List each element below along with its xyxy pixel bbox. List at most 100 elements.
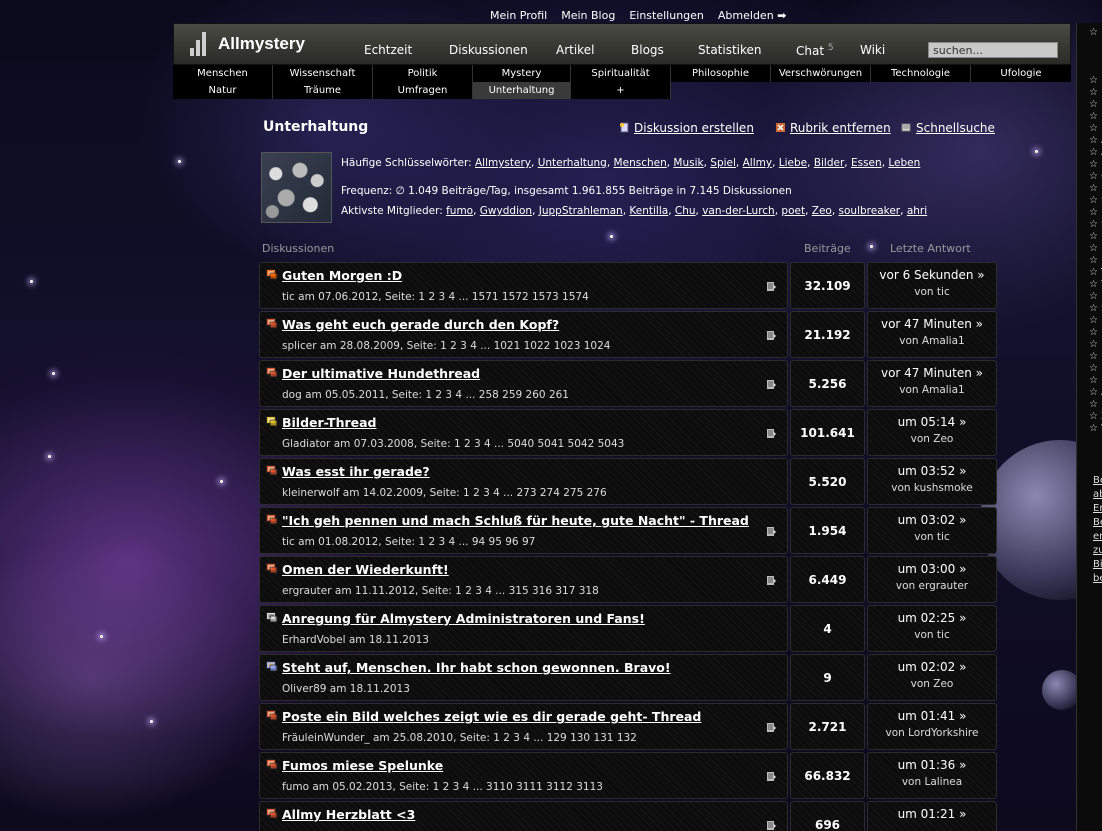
sidebar-user-line[interactable]: ☆ Y bbox=[1077, 279, 1102, 291]
last-reply-link[interactable]: um 03:00 » bbox=[868, 562, 996, 576]
thread-title-link[interactable]: Guten Morgen :D bbox=[282, 268, 402, 283]
category-philosophie[interactable]: Philosophie bbox=[671, 65, 771, 82]
sidebar-user-line[interactable]: ☆ B bbox=[1077, 75, 1102, 87]
keyword-link[interactable]: Unterhaltung bbox=[538, 157, 607, 169]
last-reply-link[interactable]: um 05:14 » bbox=[868, 415, 996, 429]
sidebar-user-line[interactable]: ☆ A bbox=[1077, 135, 1102, 147]
keyword-link[interactable]: Allmystery bbox=[475, 157, 531, 169]
sidebar-user-line[interactable]: ☆ E bbox=[1077, 351, 1102, 363]
last-page-icon[interactable] bbox=[766, 820, 777, 831]
last-page-icon[interactable] bbox=[766, 428, 777, 439]
category-mystery[interactable]: Mystery bbox=[473, 65, 571, 82]
last-page-icon[interactable] bbox=[766, 330, 777, 341]
sidebar-user-line[interactable]: ☆ S bbox=[1077, 219, 1102, 231]
thread-title-link[interactable]: Was geht euch gerade durch den Kopf? bbox=[282, 317, 559, 332]
sidebar-user-line[interactable]: ☆ A bbox=[1077, 147, 1102, 159]
last-page-icon[interactable] bbox=[766, 722, 777, 733]
last-page-icon[interactable] bbox=[766, 379, 777, 390]
member-link[interactable]: van-der-Lurch bbox=[702, 205, 775, 217]
sidebar-user-line[interactable]: ☆ P bbox=[1077, 243, 1102, 255]
thread-title-link[interactable]: Bilder-Thread bbox=[282, 415, 377, 430]
nav-echtzeit[interactable]: Echtzeit bbox=[364, 43, 412, 57]
my-profile-link[interactable]: Mein Profil bbox=[490, 9, 547, 22]
sidebar-text[interactable]: er bbox=[1077, 531, 1102, 543]
member-link[interactable]: ahri bbox=[907, 205, 927, 217]
keyword-link[interactable]: Liebe bbox=[779, 157, 807, 169]
last-reply-user[interactable]: von Zeo bbox=[868, 433, 996, 445]
last-reply-user[interactable]: von tic bbox=[868, 286, 996, 298]
sidebar-user-line[interactable]: ☆ F bbox=[1077, 291, 1102, 303]
keyword-link[interactable]: Menschen bbox=[614, 157, 667, 169]
keyword-link[interactable]: Musik bbox=[673, 157, 703, 169]
nav-diskussionen[interactable]: Diskussionen bbox=[449, 43, 528, 57]
keyword-link[interactable]: Leben bbox=[888, 157, 920, 169]
sidebar-user-line[interactable]: ☆ N bbox=[1077, 363, 1102, 375]
category-technologie[interactable]: Technologie bbox=[871, 65, 971, 82]
last-page-icon[interactable] bbox=[766, 281, 777, 292]
category-spiritualitaet[interactable]: Spiritualität bbox=[571, 65, 671, 82]
last-reply-link[interactable]: um 03:02 » bbox=[868, 513, 996, 527]
nav-statistiken[interactable]: Statistiken bbox=[698, 43, 762, 57]
sidebar-user-line[interactable]: ☆ I bbox=[1077, 231, 1102, 243]
thread-title-link[interactable]: "Ich geh pennen und mach Schluß für heut… bbox=[282, 513, 749, 528]
create-discussion-link[interactable]: Diskussion erstellen bbox=[619, 121, 754, 135]
last-reply-link[interactable]: um 01:41 » bbox=[868, 709, 996, 723]
member-link[interactable]: Kentilla bbox=[629, 205, 668, 217]
keyword-link[interactable]: Bilder bbox=[814, 157, 844, 169]
category-menschen[interactable]: Menschen bbox=[173, 65, 273, 82]
last-reply-user[interactable]: von Amalia1 bbox=[868, 335, 996, 347]
sidebar-text[interactable]: Bi bbox=[1077, 559, 1102, 571]
thread-title-link[interactable]: Fumos miese Spelunke bbox=[282, 758, 443, 773]
sidebar-user-line[interactable]: ☆ S bbox=[1077, 303, 1102, 315]
last-reply-user[interactable]: von LordYorkshire bbox=[868, 727, 996, 739]
last-reply-user[interactable]: von Amalia1 bbox=[868, 384, 996, 396]
last-page-icon[interactable] bbox=[766, 575, 777, 586]
last-reply-user[interactable]: von kushsmoke bbox=[868, 482, 996, 494]
nav-blogs[interactable]: Blogs bbox=[631, 43, 664, 57]
thread-title-link[interactable]: Was esst ihr gerade? bbox=[282, 464, 430, 479]
nav-chat[interactable]: Chat 5 bbox=[796, 43, 834, 58]
last-page-icon[interactable] bbox=[766, 771, 777, 782]
sidebar-user-line[interactable]: ☆ P bbox=[1077, 399, 1102, 411]
thread-title-link[interactable]: Poste ein Bild welches zeigt wie es dir … bbox=[282, 709, 701, 724]
sidebar-user-line[interactable]: ☆ K bbox=[1077, 327, 1102, 339]
sidebar-user-line[interactable]: ☆ L bbox=[1077, 375, 1102, 387]
member-link[interactable]: Zeo bbox=[812, 205, 832, 217]
last-reply-link[interactable]: um 01:36 » bbox=[868, 758, 996, 772]
settings-link[interactable]: Einstellungen bbox=[629, 9, 704, 22]
last-reply-link[interactable]: um 01:21 » bbox=[868, 807, 996, 821]
sidebar-user-line[interactable]: ☆ E bbox=[1077, 123, 1102, 135]
last-reply-user[interactable]: von ergrauter bbox=[868, 580, 996, 592]
quick-search-link[interactable]: Schnellsuche bbox=[901, 121, 995, 135]
last-reply-link[interactable]: vor 6 Sekunden » bbox=[868, 268, 996, 282]
sidebar-user-line[interactable]: ☆ E bbox=[1077, 207, 1102, 219]
remove-category-link[interactable]: Rubrik entfernen bbox=[775, 121, 891, 135]
category-umfragen[interactable]: Umfragen bbox=[373, 82, 473, 99]
thread-title-link[interactable]: Allmy Herzblatt <3 bbox=[282, 807, 415, 822]
sidebar-text[interactable]: Be bbox=[1077, 517, 1102, 529]
sidebar-user-line[interactable]: ☆ P bbox=[1077, 183, 1102, 195]
nav-wiki[interactable]: Wiki bbox=[860, 43, 885, 57]
sidebar-text[interactable]: be bbox=[1077, 573, 1102, 585]
last-reply-link[interactable]: um 02:02 » bbox=[868, 660, 996, 674]
keyword-link[interactable]: Allmy bbox=[743, 157, 772, 169]
keyword-link[interactable]: Essen bbox=[851, 157, 882, 169]
category-wissenschaft[interactable]: Wissenschaft bbox=[273, 65, 373, 82]
sidebar-user-line[interactable]: ☆ T bbox=[1077, 267, 1102, 279]
member-link[interactable]: fumo bbox=[446, 205, 473, 217]
last-reply-user[interactable]: von Lalinea bbox=[868, 776, 996, 788]
sidebar-user-line[interactable]: ☆ S bbox=[1077, 195, 1102, 207]
sidebar-text[interactable]: zu bbox=[1077, 545, 1102, 557]
thread-title-link[interactable]: Der ultimative Hundethread bbox=[282, 366, 480, 381]
sidebar-user-line[interactable]: ☆ A bbox=[1077, 387, 1102, 399]
last-reply-link[interactable]: um 02:25 » bbox=[868, 611, 996, 625]
sidebar-user-line[interactable]: ☆ V bbox=[1077, 423, 1102, 435]
sidebar-user-line[interactable]: ☆ L bbox=[1077, 255, 1102, 267]
last-page-icon[interactable] bbox=[766, 526, 777, 537]
category-unterhaltung[interactable]: Unterhaltung bbox=[473, 82, 571, 99]
last-reply-link[interactable]: vor 47 Minuten » bbox=[868, 366, 996, 380]
sidebar-text[interactable]: Er bbox=[1077, 503, 1102, 515]
sidebar-user-line[interactable]: ☆ D bbox=[1077, 87, 1102, 99]
sidebar-user-line[interactable]: ☆ Z bbox=[1077, 411, 1102, 423]
category-politik[interactable]: Politik bbox=[373, 65, 473, 82]
